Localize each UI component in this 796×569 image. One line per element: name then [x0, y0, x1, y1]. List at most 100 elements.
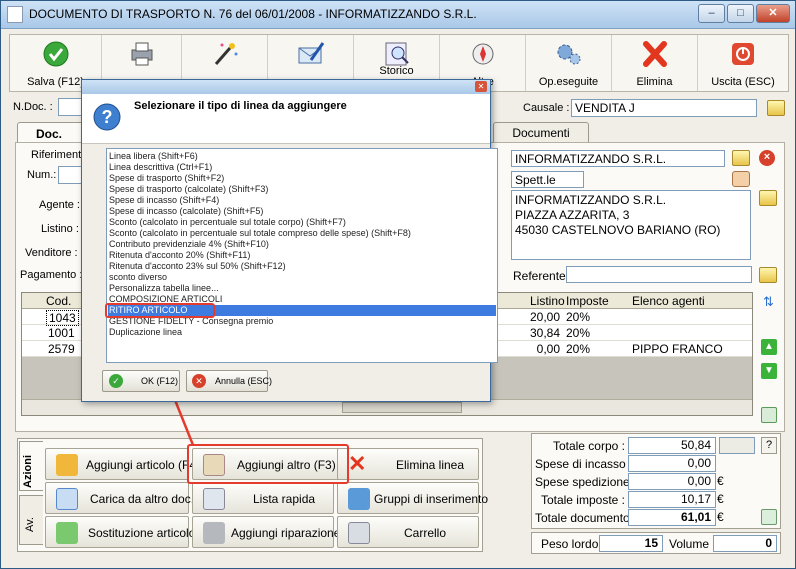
currency-sign: €	[717, 492, 724, 506]
total-body-value: 50,84	[628, 437, 716, 454]
cell-cod: 1001	[48, 326, 75, 340]
exit-button[interactable]: Uscita (ESC)	[698, 35, 788, 91]
list-item[interactable]: Spese di trasporto (Shift+F2)	[108, 173, 496, 184]
greeting-field[interactable]: Spett.le	[511, 171, 584, 188]
list-item[interactable]: Ritenuta d'acconto 23% sul 50% (Shift+F1…	[108, 261, 496, 272]
list-item[interactable]: Linea descrittiva (Ctrl+F1)	[108, 162, 496, 173]
riferimento-label: Riferimento	[31, 149, 88, 161]
col-cod: Cod.	[46, 294, 72, 308]
list-item[interactable]: Sconto (calcolato in percentuale sul tot…	[108, 217, 496, 228]
elimina-button[interactable]: Elimina	[612, 35, 698, 91]
group-plus-icon	[348, 488, 370, 510]
load-from-doc-label: Carica da altro doc.	[90, 492, 195, 506]
cell-listino: 30,84	[530, 326, 560, 340]
delete-line-icon: ✕	[348, 451, 367, 476]
clear-customer-icon[interactable]: ×	[759, 150, 775, 166]
num-field[interactable]	[58, 166, 82, 184]
close-button[interactable]: ✕	[756, 4, 790, 23]
add-article-button[interactable]: Aggiungi articolo (F4)	[45, 448, 200, 480]
total-body-extra	[719, 437, 755, 454]
sort-arrows-icon[interactable]: ⇅	[763, 294, 777, 310]
cell-cod: 1043	[46, 310, 79, 326]
address-folder-icon[interactable]	[759, 190, 777, 206]
compass-icon	[472, 43, 493, 65]
collection-label: Spese di incasso :	[535, 457, 633, 471]
move-up-icon[interactable]: ▲	[761, 339, 777, 355]
elimina-label: Elimina	[636, 76, 673, 88]
cell-cod: 2579	[48, 342, 75, 356]
col-agenti: Elenco agenti	[632, 294, 705, 308]
shipping-value: 0,00	[628, 473, 716, 490]
weight-value: 15	[599, 535, 663, 552]
ok-button[interactable]: ✓ OK (F12)	[102, 370, 180, 392]
currency-sign: €	[717, 474, 724, 488]
referente-field[interactable]	[566, 266, 752, 283]
cell-listino: 20,00	[530, 310, 560, 324]
list-item[interactable]: Duplicazione linea	[108, 327, 496, 338]
tab-documenti[interactable]: Documenti	[493, 122, 589, 142]
op-eseguite-button[interactable]: Op.eseguite	[526, 35, 612, 91]
customer-name-field[interactable]: INFORMATIZZANDO S.R.L.	[511, 150, 725, 167]
list-item[interactable]: sconto diverso	[108, 272, 496, 283]
folder-icon[interactable]	[767, 100, 785, 116]
document-check-icon	[56, 488, 78, 510]
add-repair-label: Aggiungi riparazione	[231, 526, 341, 540]
list-item[interactable]: Spese di trasporto (calcolate) (Shift+F3…	[108, 184, 496, 195]
delete-x-icon	[642, 41, 667, 67]
maximize-button[interactable]: □	[727, 4, 754, 23]
ndoc-label: N.Doc. :	[13, 101, 53, 113]
volume-value: 0	[713, 535, 777, 552]
num-label: Num.:	[27, 169, 57, 181]
dialog-title: Selezionare il tipo di linea da aggiunge…	[134, 100, 347, 112]
cell-imposte: 20%	[566, 326, 591, 340]
customer-folder-icon[interactable]	[732, 150, 750, 166]
causale-field[interactable]: VENDITA J	[571, 99, 757, 117]
add-repair-button[interactable]: Aggiungi riparazione	[192, 516, 340, 548]
volume-label: Volume :	[669, 537, 716, 551]
doc-total-value: 61,01	[628, 509, 716, 526]
person-icon[interactable]	[732, 171, 750, 187]
referente-folder-icon[interactable]	[759, 267, 777, 283]
dialog-close-icon[interactable]: ✕	[475, 81, 487, 92]
cart-button[interactable]: Carrello	[337, 516, 479, 548]
cart-label: Carrello	[404, 526, 447, 540]
selection-highlight-box	[105, 303, 215, 318]
main-window: DOCUMENTO DI TRASPORTO N. 76 del 06/01/2…	[0, 0, 796, 569]
venditore-label: Venditore :	[25, 247, 78, 259]
list-item[interactable]: Ritenuta d'acconto 20% (Shift+F11)	[108, 250, 496, 261]
delete-line-button[interactable]: ✕ Elimina linea	[337, 448, 479, 480]
add-line-dialog: ✕ ? Selezionare il tipo di linea da aggi…	[81, 79, 498, 402]
quick-list-button[interactable]: Lista rapida	[192, 482, 334, 514]
dialog-titlebar: ✕	[82, 80, 490, 94]
cancel-x-icon: ✕	[192, 374, 206, 388]
collection-value: 0,00	[628, 455, 716, 472]
col-imposte: Imposte	[566, 294, 609, 308]
refresh-icon[interactable]	[761, 407, 777, 423]
currency-sign: €	[717, 510, 724, 524]
list-item[interactable]: Sconto (calcolato in percentuale sul tot…	[108, 228, 496, 239]
list-item[interactable]: Spese di incasso (Shift+F4)	[108, 195, 496, 206]
list-item[interactable]: Contributo previdenziale 4% (Shift+F10)	[108, 239, 496, 250]
line-type-list[interactable]: Linea libera (Shift+F6) Linea descrittiv…	[106, 148, 498, 363]
tab-azioni[interactable]: Azioni	[19, 441, 43, 491]
load-from-doc-button[interactable]: Carica da altro doc.	[45, 482, 194, 514]
cancel-button[interactable]: ✕ Annulla (ESC)	[186, 370, 272, 392]
address-box[interactable]: INFORMATIZZANDO S.R.L. PIAZZA AZZARITA, …	[511, 190, 751, 260]
calculator-icon[interactable]	[761, 509, 777, 525]
list-item[interactable]: Spese di incasso (calcolate) (Shift+F5)	[108, 206, 496, 217]
minimize-button[interactable]: –	[698, 4, 725, 23]
list-item[interactable]: Linea libera (Shift+F6)	[108, 151, 496, 162]
tab-doc[interactable]: Doc. (F5)	[17, 122, 87, 155]
move-down-icon[interactable]: ▼	[761, 363, 777, 379]
delete-line-label: Elimina linea	[396, 458, 465, 472]
tab-av[interactable]: Av.	[19, 495, 43, 545]
checkmark-icon	[43, 41, 68, 67]
list-item[interactable]: Personalizza tabella linee...	[108, 283, 496, 294]
help-button[interactable]: ?	[761, 437, 777, 454]
scrollbar-thumb[interactable]	[342, 402, 462, 413]
box-plus-icon	[56, 454, 78, 476]
replace-article-button[interactable]: Sostituzione articolo	[45, 516, 195, 548]
ok-check-icon: ✓	[109, 374, 123, 388]
cell-imposte: 20%	[566, 342, 591, 356]
insert-groups-button[interactable]: Gruppi di inserimento	[337, 482, 488, 514]
